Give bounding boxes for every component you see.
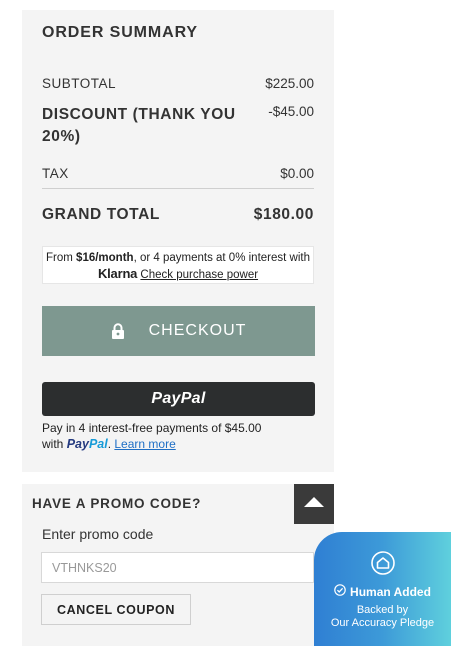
tax-row: TAX $0.00 bbox=[42, 166, 314, 181]
paypal-button-label: PayPal bbox=[151, 390, 206, 407]
lock-icon bbox=[111, 323, 125, 339]
grand-total-value: $180.00 bbox=[253, 206, 314, 223]
accuracy-pledge-badge[interactable]: Human Added Backed by Our Accuracy Pledg… bbox=[314, 532, 451, 646]
promo-code-field-label: Enter promo code bbox=[42, 526, 154, 542]
klarna-middle: , or 4 payments at 0% interest with bbox=[133, 252, 310, 264]
klarna-monthly: $16/month bbox=[76, 252, 134, 264]
promo-collapse-button[interactable] bbox=[294, 484, 334, 524]
paypal-note-line1: Pay in 4 interest-free payments of $45.0… bbox=[42, 421, 262, 435]
summary-divider bbox=[42, 188, 314, 189]
subtotal-row: SUBTOTAL $225.00 bbox=[42, 76, 314, 91]
discount-label: DISCOUNT (THANK YOU 20%) bbox=[42, 106, 236, 145]
tax-label: TAX bbox=[42, 166, 69, 181]
paypal-logo-text: PayPal bbox=[66, 437, 108, 451]
grand-total-label: GRAND TOTAL bbox=[42, 206, 160, 223]
order-summary-title: ORDER SUMMARY bbox=[42, 24, 198, 41]
discount-value: -$45.00 bbox=[268, 104, 314, 119]
badge-line2: Our Accuracy Pledge bbox=[330, 617, 435, 629]
klarna-logo: Klarna bbox=[97, 266, 138, 281]
chevron-up-icon bbox=[304, 495, 324, 513]
checkout-label: CHECKOUT bbox=[148, 322, 247, 339]
paypal-pay-in-4-note: Pay in 4 interest-free payments of $45.0… bbox=[42, 420, 322, 452]
subtotal-value: $225.00 bbox=[265, 76, 314, 91]
badge-subtext: Backed by Our Accuracy Pledge bbox=[314, 604, 451, 630]
grand-total-row: GRAND TOTAL $180.00 bbox=[42, 206, 314, 224]
paypal-note-with: with bbox=[42, 437, 67, 451]
klarna-message: From $16/month, or 4 payments at 0% inte… bbox=[42, 246, 314, 284]
paypal-learn-more-link[interactable]: Learn more bbox=[114, 437, 175, 451]
promo-code-input[interactable] bbox=[41, 552, 314, 583]
badge-headline: Human Added bbox=[314, 584, 451, 599]
klarna-prefix: From bbox=[46, 252, 77, 264]
order-summary-panel: ORDER SUMMARY SUBTOTAL $225.00 DISCOUNT … bbox=[22, 10, 334, 472]
promo-code-title: HAVE A PROMO CODE? bbox=[32, 496, 202, 511]
paypal-button[interactable]: PayPal bbox=[42, 382, 315, 416]
subtotal-label: SUBTOTAL bbox=[42, 76, 117, 91]
checkout-button[interactable]: CHECKOUT bbox=[42, 306, 315, 356]
badge-headline-text: Human Added bbox=[350, 584, 431, 599]
klarna-purchase-power-link[interactable]: Check purchase power bbox=[140, 269, 258, 281]
cancel-coupon-button[interactable]: CANCEL COUPON bbox=[41, 594, 191, 625]
badge-line1: Backed by bbox=[356, 604, 409, 616]
check-circle-icon bbox=[334, 584, 346, 599]
house-icon bbox=[371, 551, 395, 575]
tax-value: $0.00 bbox=[280, 166, 314, 181]
promo-code-section: HAVE A PROMO CODE? Enter promo code CANC… bbox=[22, 484, 334, 646]
discount-row: DISCOUNT (THANK YOU 20%) -$45.00 bbox=[42, 104, 314, 148]
